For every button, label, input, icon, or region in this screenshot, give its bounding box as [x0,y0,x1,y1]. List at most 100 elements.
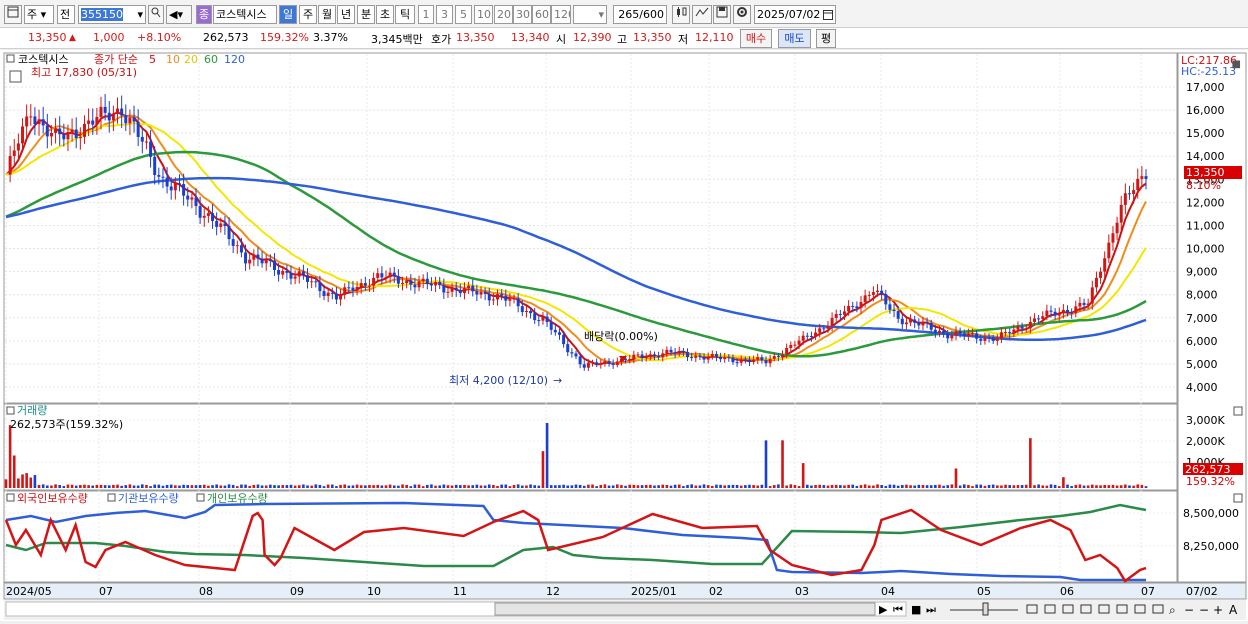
candle-body [504,295,508,301]
candle-body [1111,233,1115,243]
gear-icon[interactable] [733,5,751,24]
candle-body [1037,318,1041,320]
time-tick-label: 03 [795,585,809,598]
volume-bar [921,484,925,488]
volume-bar [896,485,900,488]
candle-icon[interactable] [672,5,690,24]
candle-body [533,313,537,321]
zoom-in-icon[interactable]: + [1213,603,1223,617]
volume-bar [231,484,235,488]
ma10-legend: 10 [166,53,180,66]
low-arrow-icon: → [553,374,562,387]
panel-close-icon[interactable]: ■ [1232,59,1241,70]
volume-bar [1062,477,1065,488]
save-icon[interactable] [713,5,731,24]
stock-code-input[interactable]: 355150 ▾ [78,5,146,24]
interval-1[interactable]: 1 [418,5,434,24]
interval-20[interactable]: 20 [494,5,513,24]
indiv-menu-icon[interactable] [196,493,205,502]
zoom-slider-handle[interactable] [982,602,989,616]
volume-bar [979,484,983,488]
interval-5[interactable]: 5 [455,5,472,24]
tools-icon[interactable] [692,5,712,24]
scroll-right-icon[interactable]: ▶ [879,603,888,616]
interval-3[interactable]: 3 [436,5,453,24]
layout-icon[interactable] [4,5,22,24]
range-count[interactable]: 265/600 [613,5,667,24]
magnifier-icon[interactable]: ⌕ [1169,603,1176,617]
volume-bar [426,484,429,488]
tab-week[interactable]: 주 [299,5,317,24]
name-prefix-badge[interactable]: 종 [196,5,212,24]
tab-year[interactable]: 년 [337,5,355,24]
tab-second[interactable]: 초 [376,5,394,24]
volume-bar [545,423,549,488]
volume-bar [991,484,995,488]
inst-menu-icon[interactable] [107,493,116,502]
volume-bar [636,485,640,488]
volume-bar [1020,485,1024,488]
volume-bar [161,485,165,488]
volume-bar [806,484,809,488]
candle-body [281,271,285,275]
scroll-thumb[interactable] [494,602,876,616]
volume-bar [116,484,119,488]
market-select[interactable]: 주 ▾ [24,5,54,24]
font-size-icon[interactable]: A [1229,603,1238,617]
interval-120[interactable]: 120 [551,5,571,24]
step-back-icon[interactable]: ⏮ [893,603,903,616]
volume-bar [215,484,218,488]
sell-button[interactable]: 매도 [778,29,811,48]
candle-body [686,352,690,358]
volume-bar [285,485,289,488]
custom-interval-select[interactable]: ▾ [573,5,607,24]
buy-button[interactable]: 매수 [740,29,772,48]
eval-button[interactable]: 평 [816,29,836,48]
panel-menu-icon[interactable] [6,54,15,63]
tab-minute[interactable]: 분 [357,5,375,24]
chart-area[interactable]: 17,000 16,000 15,000 14,000 13,000 12,000 11,0… [0,50,1248,621]
interval-10[interactable]: 10 [474,5,493,24]
volume-bar [1000,485,1003,488]
settings-box-icon[interactable] [9,70,22,83]
volume-bar [124,485,128,488]
tab-tick[interactable]: 틱 [395,5,415,24]
volume-bar [582,485,586,488]
volume-bar [711,485,714,488]
stop-icon[interactable]: ■ [911,603,921,616]
volume-bar [772,485,776,488]
holdings-close-icon[interactable] [1233,493,1243,503]
volume-bar [479,485,483,488]
candle-body [909,319,913,323]
speaker-icon[interactable]: ◀▾ [166,5,192,24]
volume-menu-icon[interactable] [6,406,15,415]
last-volume-pct: 159.32% [1186,475,1235,488]
candle-body [462,288,466,294]
candle-body [954,331,958,336]
candle-body [900,318,904,325]
volume-bar [715,484,718,488]
candle-body [1119,204,1123,223]
zoom-out-icon[interactable]: − [1184,603,1194,617]
step-forward-icon[interactable]: ⏭ [926,603,936,616]
candle-body [1049,310,1053,312]
volume-bar [537,485,541,488]
candle-body [838,314,842,316]
cursor-date-label: 07/02 [1186,585,1218,598]
interval-60[interactable]: 60 [532,5,551,24]
volume-bar [872,485,875,488]
volume-bar [971,486,974,488]
search-icon[interactable] [148,5,164,24]
date-picker[interactable]: 2025/07/02 [754,5,836,24]
volume-close-icon[interactable] [1233,406,1243,416]
prev-button[interactable]: 전 [57,5,75,24]
tab-day[interactable]: 일 [279,5,297,24]
holdings-menu-icon[interactable] [6,493,15,502]
interval-30[interactable]: 30 [513,5,532,24]
indiv-holdings-label: 개인보유수량 [207,492,268,505]
candle-body [933,329,937,333]
volume-bar [190,485,194,488]
volume-bar [273,485,276,488]
tab-month[interactable]: 월 [318,5,336,24]
price-tick-label: 15,000 [1186,127,1225,140]
